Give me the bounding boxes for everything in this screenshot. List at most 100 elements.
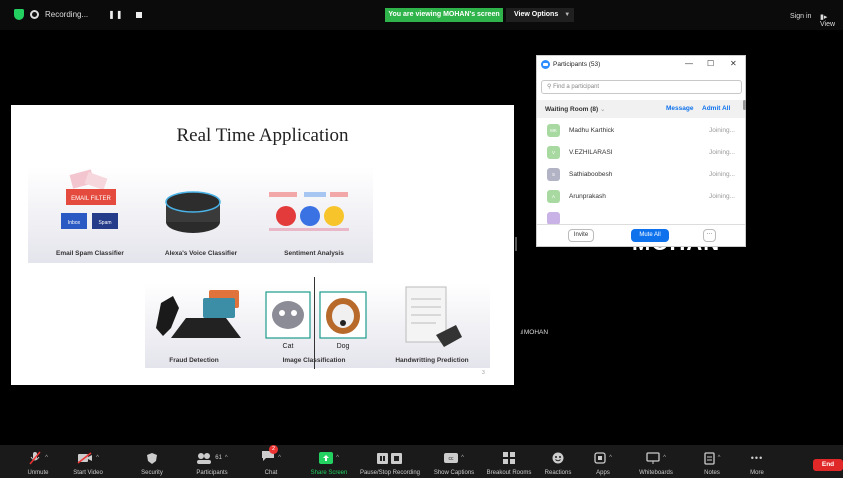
participant-name: V.EZHILARASI xyxy=(569,149,613,156)
cat-dog-illustration: Cat Dog xyxy=(265,291,367,350)
slide-divider xyxy=(314,277,315,369)
maximize-icon[interactable]: ☐ xyxy=(707,59,714,68)
chat-badge: 2 xyxy=(269,445,279,454)
sign-in-link[interactable]: Sign in xyxy=(790,13,811,20)
reactions-icon xyxy=(552,452,564,464)
participant-status: Joining... xyxy=(708,171,735,178)
pause-recording-button[interactable]: ❚❚ xyxy=(108,10,123,19)
whiteboards-button[interactable]: ^ Whiteboards xyxy=(630,445,682,478)
chevron-up-icon[interactable]: ^ xyxy=(718,455,721,461)
split-view-handle[interactable] xyxy=(515,237,517,251)
notes-icon xyxy=(703,451,715,465)
slide-page-number: 3 xyxy=(482,370,485,376)
chevron-up-icon[interactable]: ^ xyxy=(45,455,48,461)
alexa-speaker-illustration xyxy=(165,191,221,233)
shield-icon xyxy=(147,452,157,464)
participant-row[interactable]: V V.EZHILARASI Joining... xyxy=(537,142,745,164)
handwriting-illustration xyxy=(405,286,462,347)
security-button[interactable]: Security xyxy=(126,445,178,478)
recording-icon xyxy=(30,10,39,19)
cat-label: Cat xyxy=(283,343,294,350)
admit-all-button[interactable]: Admit All xyxy=(702,105,730,112)
more-label: More xyxy=(750,470,764,476)
signal-icon: .ıl xyxy=(520,329,523,336)
caption-sentiment: Sentiment Analysis xyxy=(284,250,344,257)
inbox-text: Inbox xyxy=(68,220,81,226)
participant-row[interactable]: A Arunprakash Joining... xyxy=(537,186,745,208)
view-label: View xyxy=(820,21,836,28)
chevron-down-icon: ▼ xyxy=(564,12,571,18)
participants-icon xyxy=(197,453,212,464)
start-video-button[interactable]: ^ Start Video xyxy=(62,445,114,478)
mic-muted-icon xyxy=(29,451,41,465)
chat-button[interactable]: 2 ^ Chat xyxy=(245,445,297,478)
participant-name-tag-text: MOHAN xyxy=(523,329,549,336)
avatar: S xyxy=(547,168,560,181)
close-icon[interactable]: ✕ xyxy=(730,59,737,68)
whiteboard-icon xyxy=(646,452,660,464)
participant-name: Sathiaboobesh xyxy=(569,171,613,178)
video-off-icon xyxy=(77,452,93,464)
participant-row[interactable]: S Sathiaboobesh Joining... xyxy=(537,164,745,186)
svg-text:cc: cc xyxy=(449,456,455,462)
chevron-up-icon[interactable]: ^ xyxy=(225,455,228,461)
chevron-up-icon[interactable]: ^ xyxy=(461,455,464,461)
participant-row[interactable]: MK Madhu Karthick Joining... xyxy=(537,120,745,142)
view-button[interactable]: ▮▸ View xyxy=(820,13,843,28)
participant-count: 61 xyxy=(215,455,222,461)
participants-footer: Invite Mute All ··· xyxy=(537,224,745,246)
participants-title: Participants (53) xyxy=(541,60,600,69)
more-icon: ••• xyxy=(750,453,764,463)
caption-image-classification: Image Classification xyxy=(282,357,346,364)
avatar: V xyxy=(547,146,560,159)
caption-alexa: Alexa's Voice Classifier xyxy=(164,250,238,257)
chevron-up-icon[interactable]: ^ xyxy=(278,455,281,461)
chevron-up-icon[interactable]: ^ xyxy=(663,455,666,461)
slide-title: Real Time Application xyxy=(176,125,349,146)
message-button[interactable]: Message xyxy=(666,105,693,112)
participant-status: Joining... xyxy=(708,127,735,134)
waiting-room-label-text: Waiting Room (8) xyxy=(545,106,599,113)
participant-name: Arunprakash xyxy=(569,193,606,200)
participant-search-placeholder: Find a participant xyxy=(553,84,600,90)
security-shield-icon xyxy=(14,9,24,20)
caption-fraud: Fraud Detection xyxy=(169,357,219,364)
email-spam-illustration: EMAIL FILTER Inbox Spam xyxy=(61,169,118,229)
spam-text: Spam xyxy=(98,220,111,226)
more-button[interactable]: ••• More xyxy=(731,445,783,478)
participant-name-tag: .ıl MOHAN xyxy=(520,329,548,336)
meeting-toolbar: ^ Unmute ^ Start Video Security 61 ^ Part… xyxy=(0,445,843,478)
share-screen-button[interactable]: ^ Share Screen xyxy=(303,445,355,478)
view-options-label: View Options xyxy=(514,11,559,18)
mute-all-button[interactable]: Mute All xyxy=(631,229,669,242)
chevron-up-icon[interactable]: ^ xyxy=(609,455,612,461)
avatar: A xyxy=(547,190,560,203)
avatar xyxy=(547,212,560,224)
share-screen-icon xyxy=(319,452,334,464)
participant-row-partial[interactable] xyxy=(537,208,745,224)
top-bar: Recording... ❚❚ You are viewing MOHAN's … xyxy=(0,0,843,30)
view-options-button[interactable]: View Options ▼ xyxy=(506,8,574,22)
stop-recording-button[interactable] xyxy=(135,11,142,18)
participant-search-input[interactable]: ⚲ Find a participant xyxy=(541,80,742,94)
chevron-up-icon[interactable]: ^ xyxy=(336,455,339,461)
viewing-screen-banner: You are viewing MOHAN's screen xyxy=(385,8,503,22)
dog-label: Dog xyxy=(337,343,350,350)
start-video-label: Start Video xyxy=(73,470,103,476)
avatar: MK xyxy=(547,124,560,137)
email-filter-text: EMAIL FILTER xyxy=(71,196,111,202)
pause-stop-recording-button[interactable]: Pause/Stop Recording xyxy=(360,445,420,478)
waiting-room-header[interactable]: Waiting Room (8) ⌄ Message Admit All xyxy=(537,100,745,118)
invite-button[interactable]: Invite xyxy=(568,229,594,242)
chevron-up-icon[interactable]: ^ xyxy=(96,455,99,461)
minimize-icon[interactable]: — xyxy=(685,59,693,68)
sentiment-illustration xyxy=(269,192,349,231)
end-meeting-button[interactable]: End xyxy=(813,459,843,471)
shared-slide: Real Time Application EMAIL FILTER Inbox… xyxy=(11,105,514,385)
recording-label: Recording... xyxy=(45,10,89,19)
participants-button[interactable]: 61 ^ Participants xyxy=(186,445,238,478)
participants-panel: Participants (53) — ☐ ✕ ⚲ Find a partici… xyxy=(536,55,746,247)
panel-scrollbar[interactable] xyxy=(743,100,746,110)
more-options-button[interactable]: ··· xyxy=(703,229,716,242)
breakout-rooms-icon xyxy=(503,452,515,464)
